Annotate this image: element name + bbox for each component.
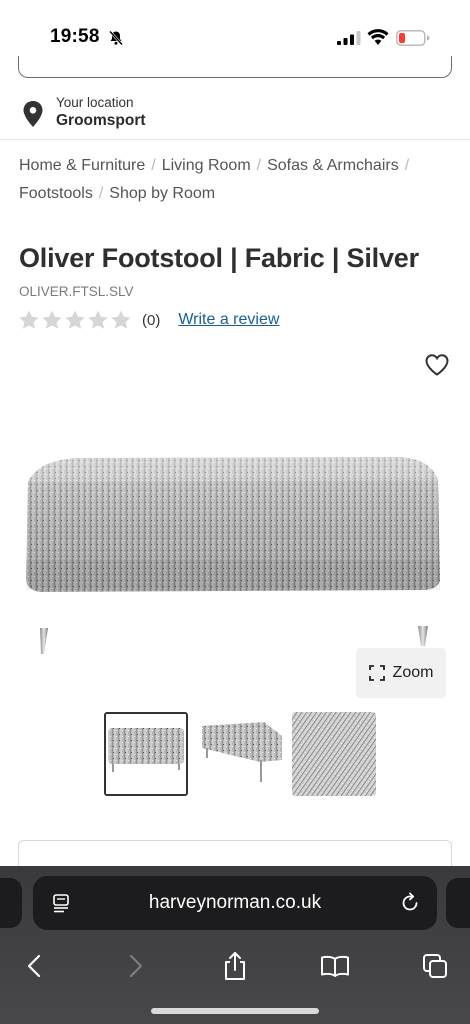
thumbnail-front-view[interactable] [104, 712, 188, 796]
bell-slash-icon [109, 30, 123, 46]
product-rating: (0) Write a review [18, 308, 279, 332]
next-tab-preview[interactable] [446, 878, 470, 928]
bookmarks-button[interactable] [313, 944, 357, 988]
breadcrumb-separator: / [98, 185, 104, 202]
star-empty-icon [19, 310, 39, 329]
star-empty-icon [111, 310, 131, 329]
product-title: Oliver Footstool | Fabric | Silver [19, 243, 419, 273]
star-empty-icon [65, 310, 85, 329]
breadcrumb-shop-by-room[interactable]: Shop by Room [109, 185, 215, 202]
breadcrumb-footstools[interactable]: Footstools [19, 185, 93, 202]
tabs-icon [423, 954, 447, 978]
search-bar[interactable] [18, 56, 452, 78]
thumbnail-image [106, 714, 186, 794]
location-value: Groomsport [56, 112, 146, 129]
tabs-button[interactable] [413, 944, 457, 988]
status-time: 19:58 [50, 26, 100, 47]
zoom-button[interactable]: Zoom [356, 648, 446, 698]
thumbnail-image [292, 712, 376, 796]
cellular-signal-icon [337, 31, 361, 45]
expand-icon [368, 665, 385, 681]
star-empty-icon [88, 310, 108, 329]
product-sku: OLIVER.FTSL.SLV [19, 284, 134, 299]
thumbnail-angled-view[interactable] [198, 712, 282, 796]
back-button[interactable] [12, 944, 56, 988]
star-empty-icon [42, 310, 62, 329]
breadcrumb-separator: / [404, 157, 410, 174]
heart-icon[interactable] [424, 352, 450, 378]
url-text: harveynorman.co.uk [148, 892, 322, 913]
rating-count: (0) [142, 311, 161, 329]
address-bar[interactable]: harveynorman.co.uk [33, 876, 437, 930]
breadcrumb-living-room[interactable]: Living Room [162, 157, 251, 174]
bookmarks-icon [321, 955, 349, 977]
home-indicator [151, 1008, 319, 1014]
wifi-icon [367, 29, 389, 45]
rating-stars [18, 309, 132, 331]
battery-low-icon [396, 30, 430, 46]
product-main-image[interactable] [18, 440, 452, 670]
write-review-link[interactable]: Write a review [178, 311, 279, 329]
location-pin-icon [23, 101, 43, 127]
location-label: Your location [56, 95, 134, 110]
breadcrumb-sofas-armchairs[interactable]: Sofas & Armchairs [267, 157, 399, 174]
breadcrumb-separator: / [151, 157, 156, 174]
browser-nav-row [0, 944, 470, 988]
thumbnail-strip [104, 712, 376, 798]
forward-icon [129, 954, 143, 978]
back-icon [27, 954, 41, 978]
breadcrumb: Home & Furniture / Living Room / Sofas & Arm… [19, 152, 459, 208]
share-icon [225, 952, 245, 980]
thumbnail-fabric-swatch[interactable] [292, 712, 376, 796]
location-selector[interactable]: Your location Groomsport [0, 86, 470, 140]
thumbnail-image [198, 712, 282, 796]
zoom-label: Zoom [392, 664, 434, 681]
status-bar: 19:58 [0, 0, 470, 60]
previous-tab-preview[interactable] [0, 878, 22, 928]
browser-toolbar: harveynorman.co.uk [0, 866, 470, 1024]
reload-icon[interactable] [399, 892, 421, 914]
breadcrumb-separator: / [256, 157, 262, 174]
breadcrumb-home-furniture[interactable]: Home & Furniture [19, 157, 145, 174]
forward-button[interactable] [114, 944, 158, 988]
share-button[interactable] [213, 944, 257, 988]
